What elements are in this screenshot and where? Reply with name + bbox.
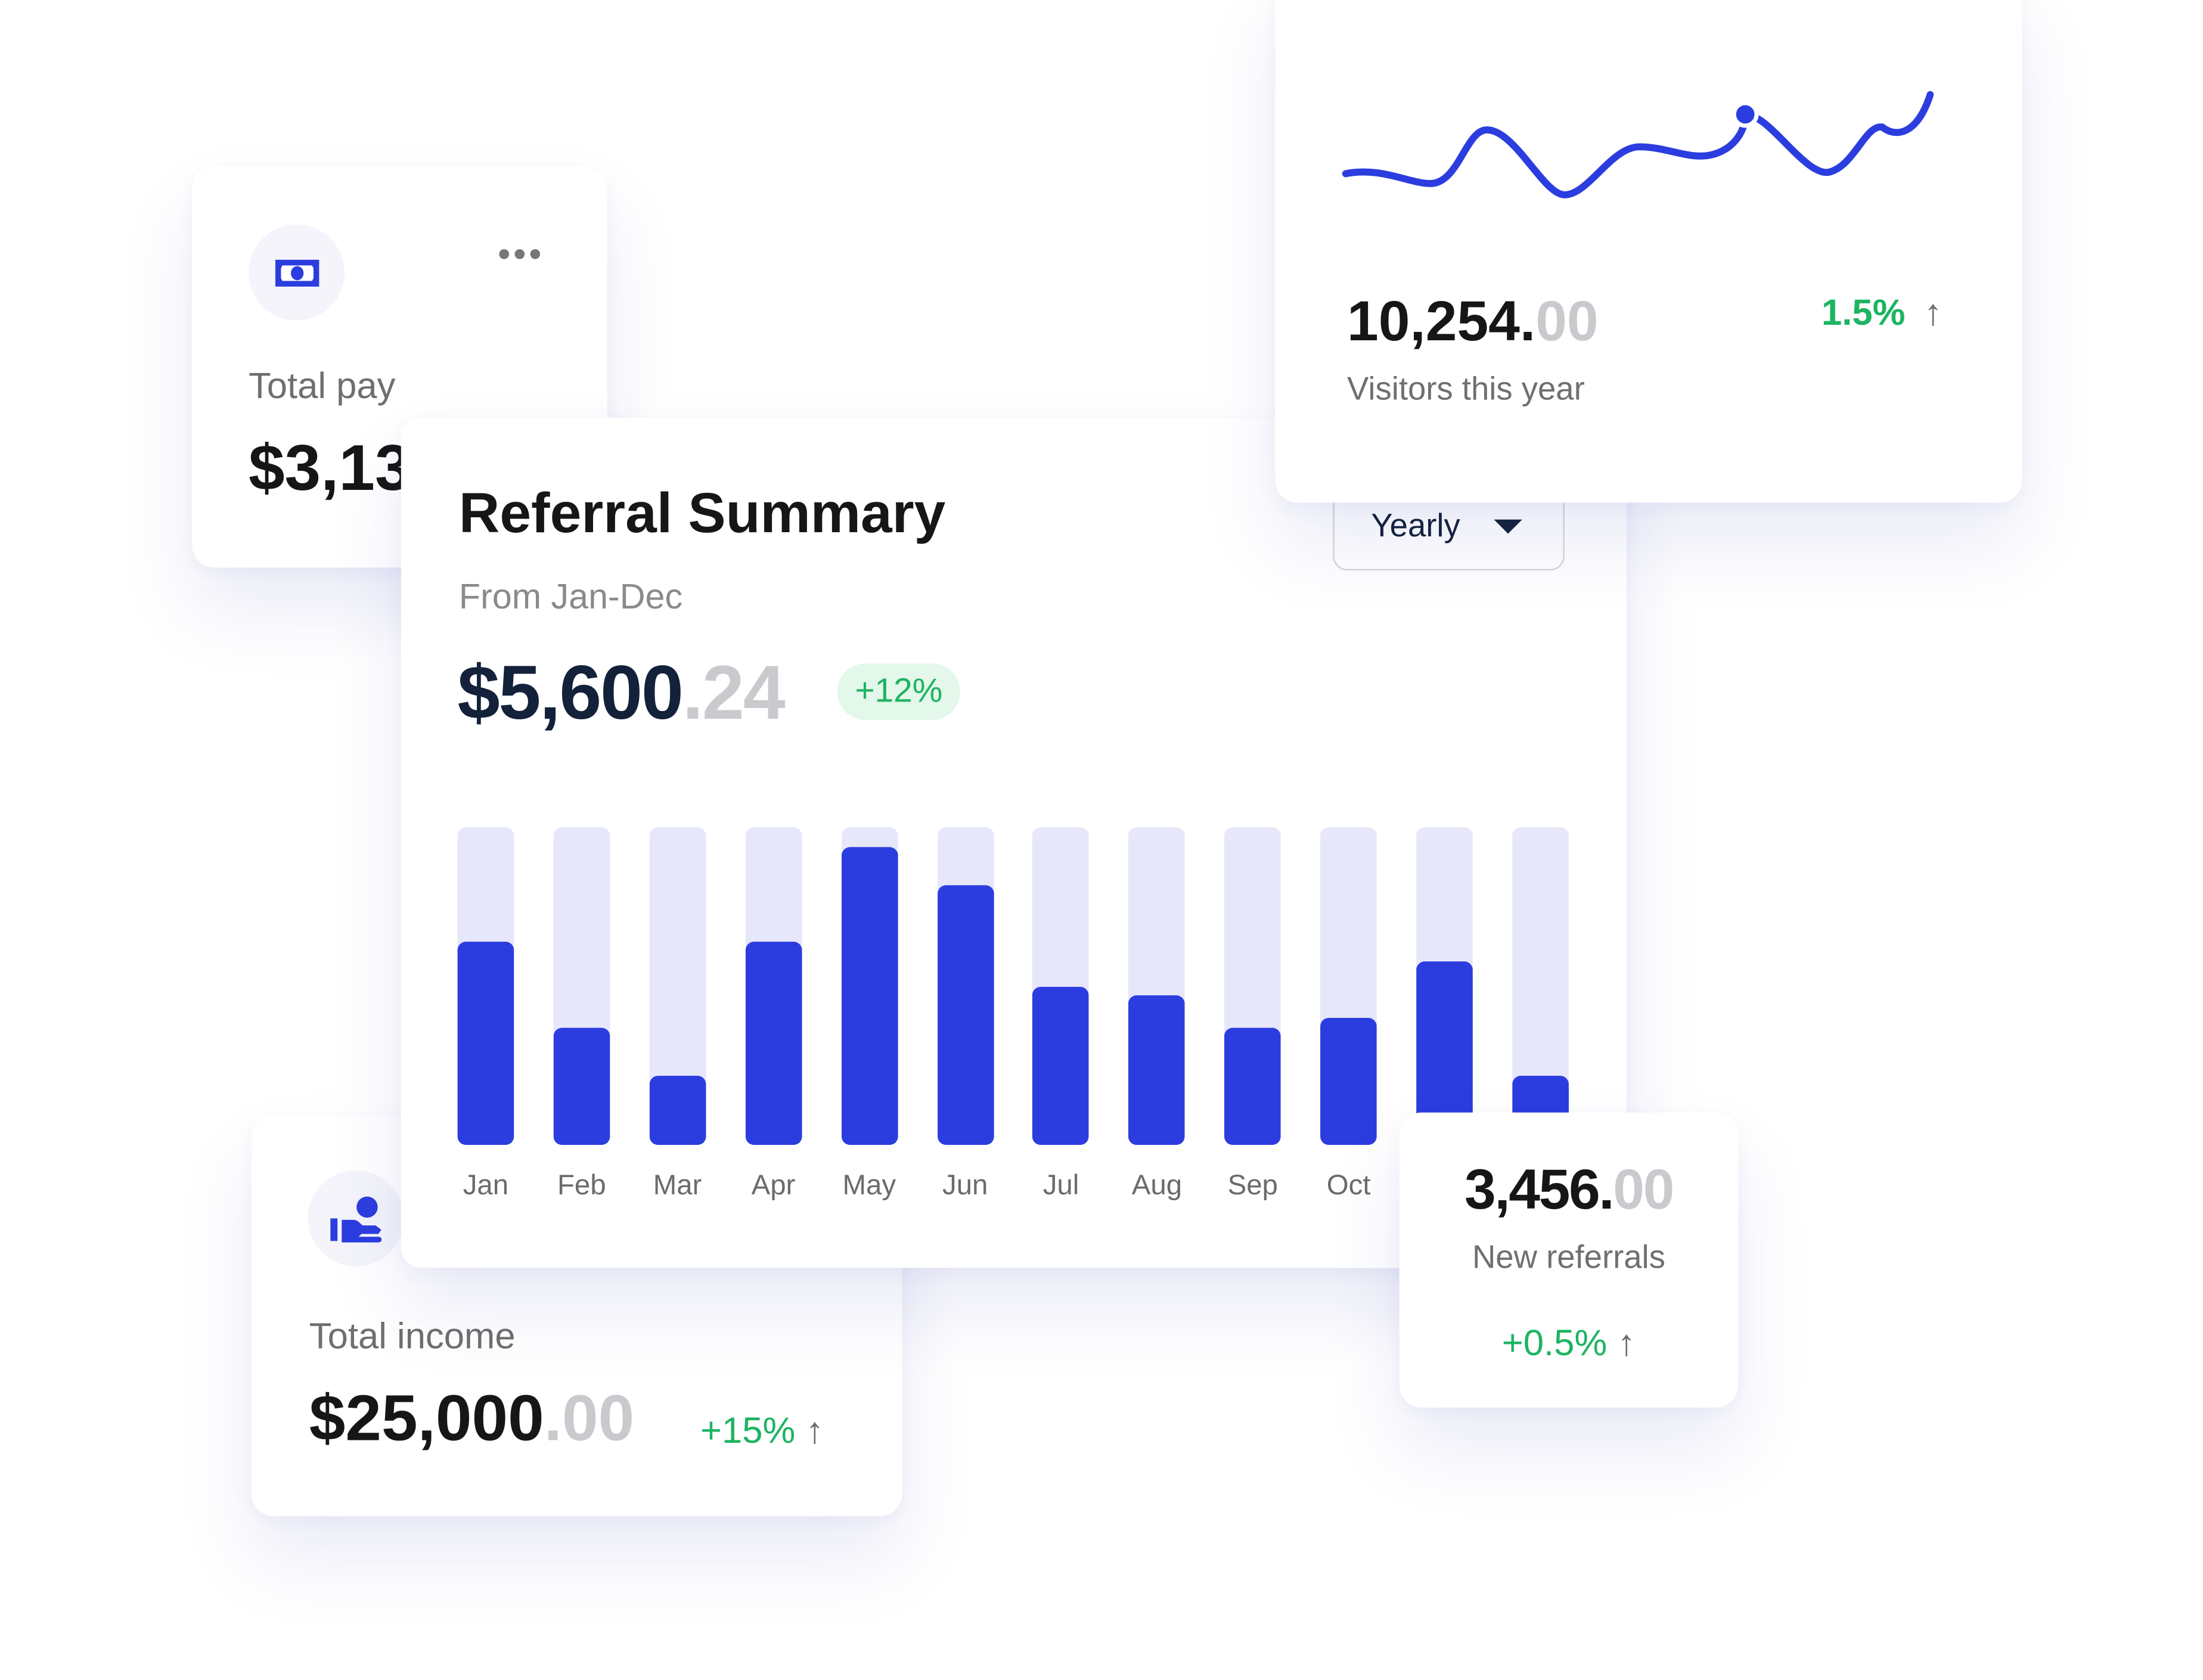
- month-label-may: May: [842, 1170, 896, 1202]
- total-income-change: +15% ↑: [700, 1409, 824, 1452]
- sparkline-point: [1732, 101, 1759, 128]
- new-referrals-label: New referrals: [1472, 1238, 1665, 1275]
- arrow-up-icon: ↑: [1923, 291, 1943, 334]
- new-referrals-value: 3,456.00: [1400, 1159, 1739, 1223]
- total-pay-label: Total pay: [248, 364, 396, 407]
- banknote-icon: [275, 259, 319, 287]
- bar-aug[interactable]: [1128, 995, 1186, 1145]
- month-label-mar: Mar: [653, 1170, 702, 1202]
- total-income-icon-wrap: [308, 1170, 404, 1266]
- new-referrals-change-value: +0.5%: [1501, 1321, 1608, 1364]
- visitors-change: 1.5% ↑: [1822, 291, 1943, 334]
- month-label-sep: Sep: [1227, 1170, 1278, 1202]
- month-label-oct: Oct: [1326, 1170, 1371, 1202]
- month-label-jul: Jul: [1042, 1170, 1079, 1202]
- visitors-value: 10,254.00: [1347, 291, 1599, 355]
- bar-track-apr: [745, 827, 802, 1145]
- bar-oct[interactable]: [1320, 1018, 1377, 1145]
- new-referrals-value-main: 3,456.: [1464, 1159, 1615, 1222]
- more-options-button[interactable]: [497, 237, 542, 278]
- month-label-jun: Jun: [942, 1170, 988, 1202]
- month-label-apr: Apr: [751, 1170, 796, 1202]
- bar-track-jun: [936, 827, 994, 1145]
- sparkline-path: [1342, 91, 1934, 198]
- month-label-aug: Aug: [1131, 1170, 1183, 1202]
- visitors-value-main: 10,254.: [1347, 291, 1536, 353]
- hand-user-icon: [330, 1196, 382, 1243]
- bar-track-feb: [553, 827, 610, 1145]
- bar-may[interactable]: [840, 846, 898, 1145]
- total-income-change-value: +15%: [700, 1409, 796, 1452]
- bar-jun[interactable]: [936, 884, 994, 1145]
- month-label-feb: Feb: [557, 1170, 606, 1202]
- bar-track-aug: [1128, 827, 1186, 1145]
- bar-jul[interactable]: [1032, 986, 1090, 1145]
- bar-track-oct: [1320, 827, 1377, 1145]
- arrow-up-icon: ↑: [805, 1409, 824, 1452]
- more-horizontal-icon: [499, 249, 541, 259]
- total-pay-icon-wrap: [248, 224, 345, 321]
- bar-track-sep: [1224, 827, 1282, 1145]
- bar-track-jan: [457, 827, 514, 1145]
- bar-feb[interactable]: [553, 1027, 610, 1145]
- visitors-label: Visitors this year: [1347, 369, 1585, 407]
- bar-track-dec: [1512, 827, 1569, 1145]
- bar-track-may: [840, 827, 898, 1145]
- bar-track-nov: [1416, 827, 1473, 1145]
- new-referrals-value-decimal: 00: [1613, 1159, 1674, 1222]
- visitors-value-decimal: 00: [1535, 291, 1599, 353]
- total-income-value-decimal: .00: [544, 1380, 635, 1455]
- total-income-label: Total income: [309, 1314, 516, 1357]
- new-referrals-change: +0.5% ↑: [1400, 1321, 1739, 1365]
- bar-track-jul: [1032, 827, 1090, 1145]
- bar-track-mar: [649, 827, 706, 1145]
- bar-jan[interactable]: [457, 942, 514, 1145]
- new-referrals-card: 3,456.00 New referrals +0.5% ↑: [1399, 1112, 1739, 1408]
- visitors-card: 10,254.00 Visitors this year 1.5% ↑: [1275, 0, 2022, 503]
- arrow-up-icon: ↑: [1617, 1321, 1636, 1364]
- bar-apr[interactable]: [745, 942, 802, 1145]
- total-pay-value: $3,13: [248, 430, 411, 504]
- month-label-jan: Jan: [463, 1170, 509, 1202]
- bar-mar[interactable]: [649, 1075, 706, 1145]
- visitors-sparkline: [1342, 91, 1934, 198]
- dashboard-stage: Total pay $3,13 Total income $25,000.00 …: [0, 0, 2203, 1680]
- visitors-change-value: 1.5%: [1822, 291, 1906, 334]
- bar-sep[interactable]: [1224, 1027, 1282, 1145]
- total-income-value-main: $25,000: [309, 1380, 544, 1455]
- total-income-value: $25,000.00: [309, 1380, 634, 1456]
